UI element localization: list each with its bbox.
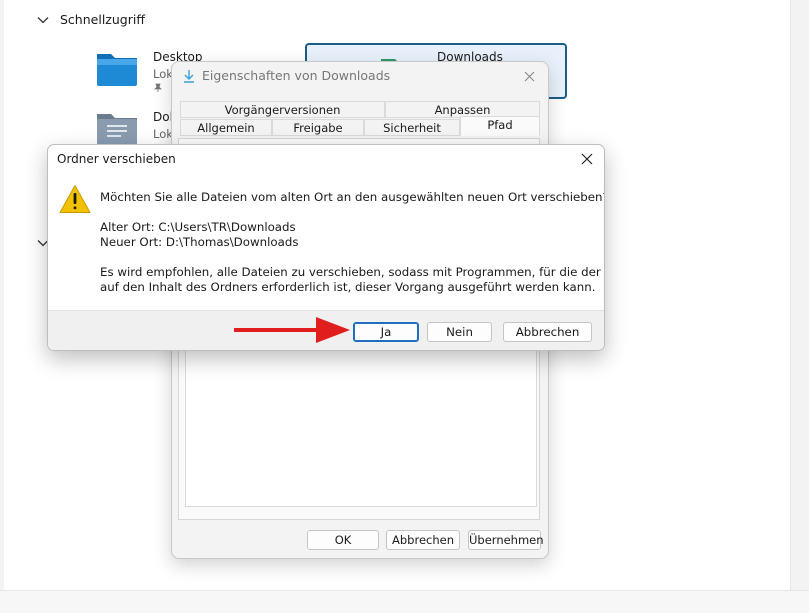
yes-button[interactable]: Ja xyxy=(353,322,419,342)
warning-icon xyxy=(59,185,91,213)
close-icon xyxy=(581,153,593,165)
documents-item-label: Dol xyxy=(153,110,173,124)
documents-folder-icon xyxy=(97,114,137,146)
properties-close-button[interactable] xyxy=(518,66,540,86)
documents-item-location: Lok xyxy=(153,127,173,141)
close-icon xyxy=(524,71,534,81)
explorer-left-edge xyxy=(0,0,4,612)
ok-button[interactable]: OK xyxy=(307,530,379,550)
move-dialog-title: Ordner verschieben xyxy=(57,152,176,166)
tab-sharing[interactable]: Freigabe xyxy=(272,119,364,136)
explorer-status-bar xyxy=(0,590,809,613)
annotation-arrow-icon xyxy=(234,317,350,343)
quick-access-item-documents[interactable]: Dol Lok xyxy=(95,110,173,148)
move-cancel-button[interactable]: Abbrechen xyxy=(503,322,592,342)
tab-security[interactable]: Sicherheit xyxy=(364,119,460,136)
desktop-folder-icon xyxy=(97,54,137,86)
explorer-scrollbar[interactable] xyxy=(790,0,809,590)
quick-access-title: Schnellzugriff xyxy=(60,12,145,27)
apply-button[interactable]: Übernehmen xyxy=(468,530,544,550)
tab-row-lower: Allgemein Freigabe Sicherheit Pfad xyxy=(180,116,540,136)
tab-previous-versions[interactable]: Vorgängerversionen xyxy=(180,101,385,118)
new-location-text: Neuer Ort: D:\Thomas\Downloads xyxy=(100,235,299,249)
no-button[interactable]: Nein xyxy=(427,322,492,342)
chevron-down-icon[interactable] xyxy=(36,13,50,27)
properties-titlebar: Eigenschaften von Downloads xyxy=(182,68,390,83)
download-arrow-icon xyxy=(184,69,194,83)
move-dialog-close-button[interactable] xyxy=(576,149,598,169)
properties-title: Eigenschaften von Downloads xyxy=(202,68,391,83)
tab-location[interactable]: Pfad xyxy=(460,116,540,136)
tab-general[interactable]: Allgemein xyxy=(180,119,272,136)
location-panel-area xyxy=(185,339,537,507)
recommendation-line-1: Es wird empfohlen, alle Dateien zu versc… xyxy=(100,265,605,279)
move-question-text: Möchten Sie alle Dateien vom alten Ort a… xyxy=(100,190,605,204)
cancel-button[interactable]: Abbrechen xyxy=(386,530,460,550)
pin-icon xyxy=(154,83,162,92)
recommendation-line-2: auf den Inhalt des Ordners erforderlich … xyxy=(100,280,596,294)
old-location-text: Alter Ort: C:\Users\TR\Downloads xyxy=(100,220,296,234)
quick-access-header[interactable]: Schnellzugriff xyxy=(36,12,145,27)
